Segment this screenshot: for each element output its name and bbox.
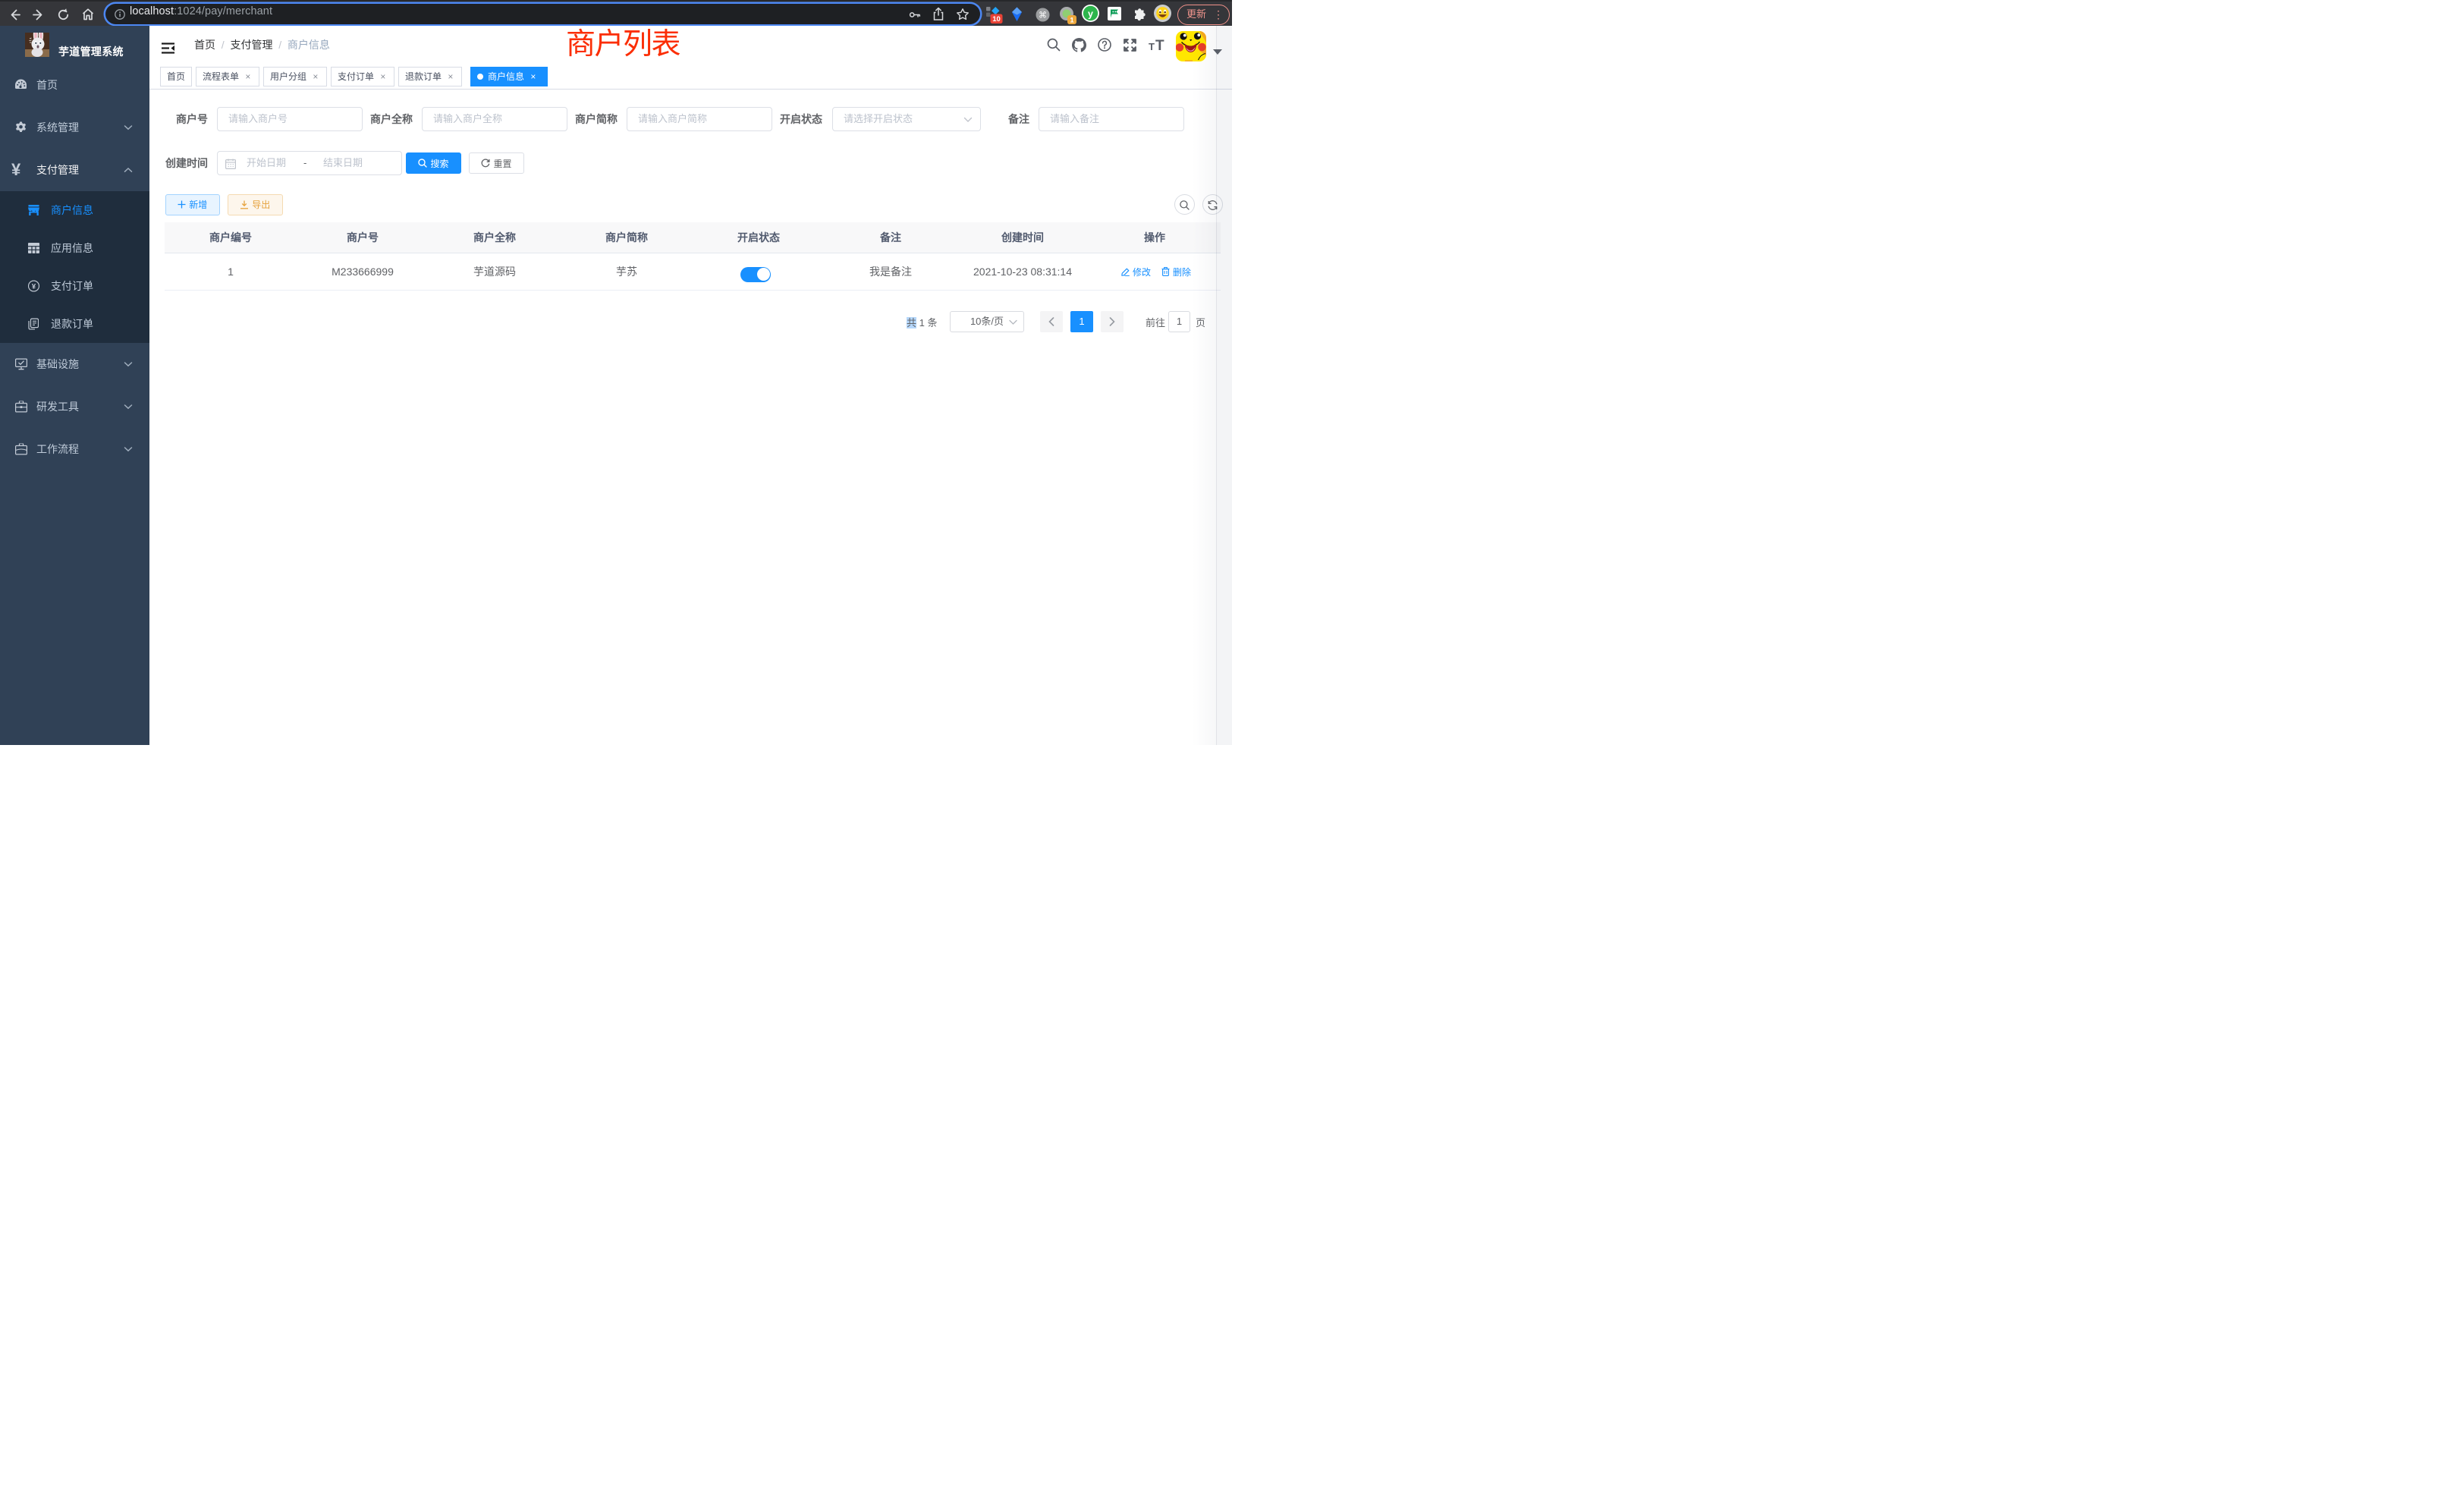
svg-text:T: T xyxy=(1149,41,1155,52)
svg-text:y: y xyxy=(1088,8,1093,19)
svg-text:T: T xyxy=(1155,38,1164,52)
svg-text:10: 10 xyxy=(992,15,1001,24)
svg-text:¥: ¥ xyxy=(32,283,36,291)
svg-text:1: 1 xyxy=(1070,16,1074,24)
svg-text:⌘: ⌘ xyxy=(1039,11,1047,20)
